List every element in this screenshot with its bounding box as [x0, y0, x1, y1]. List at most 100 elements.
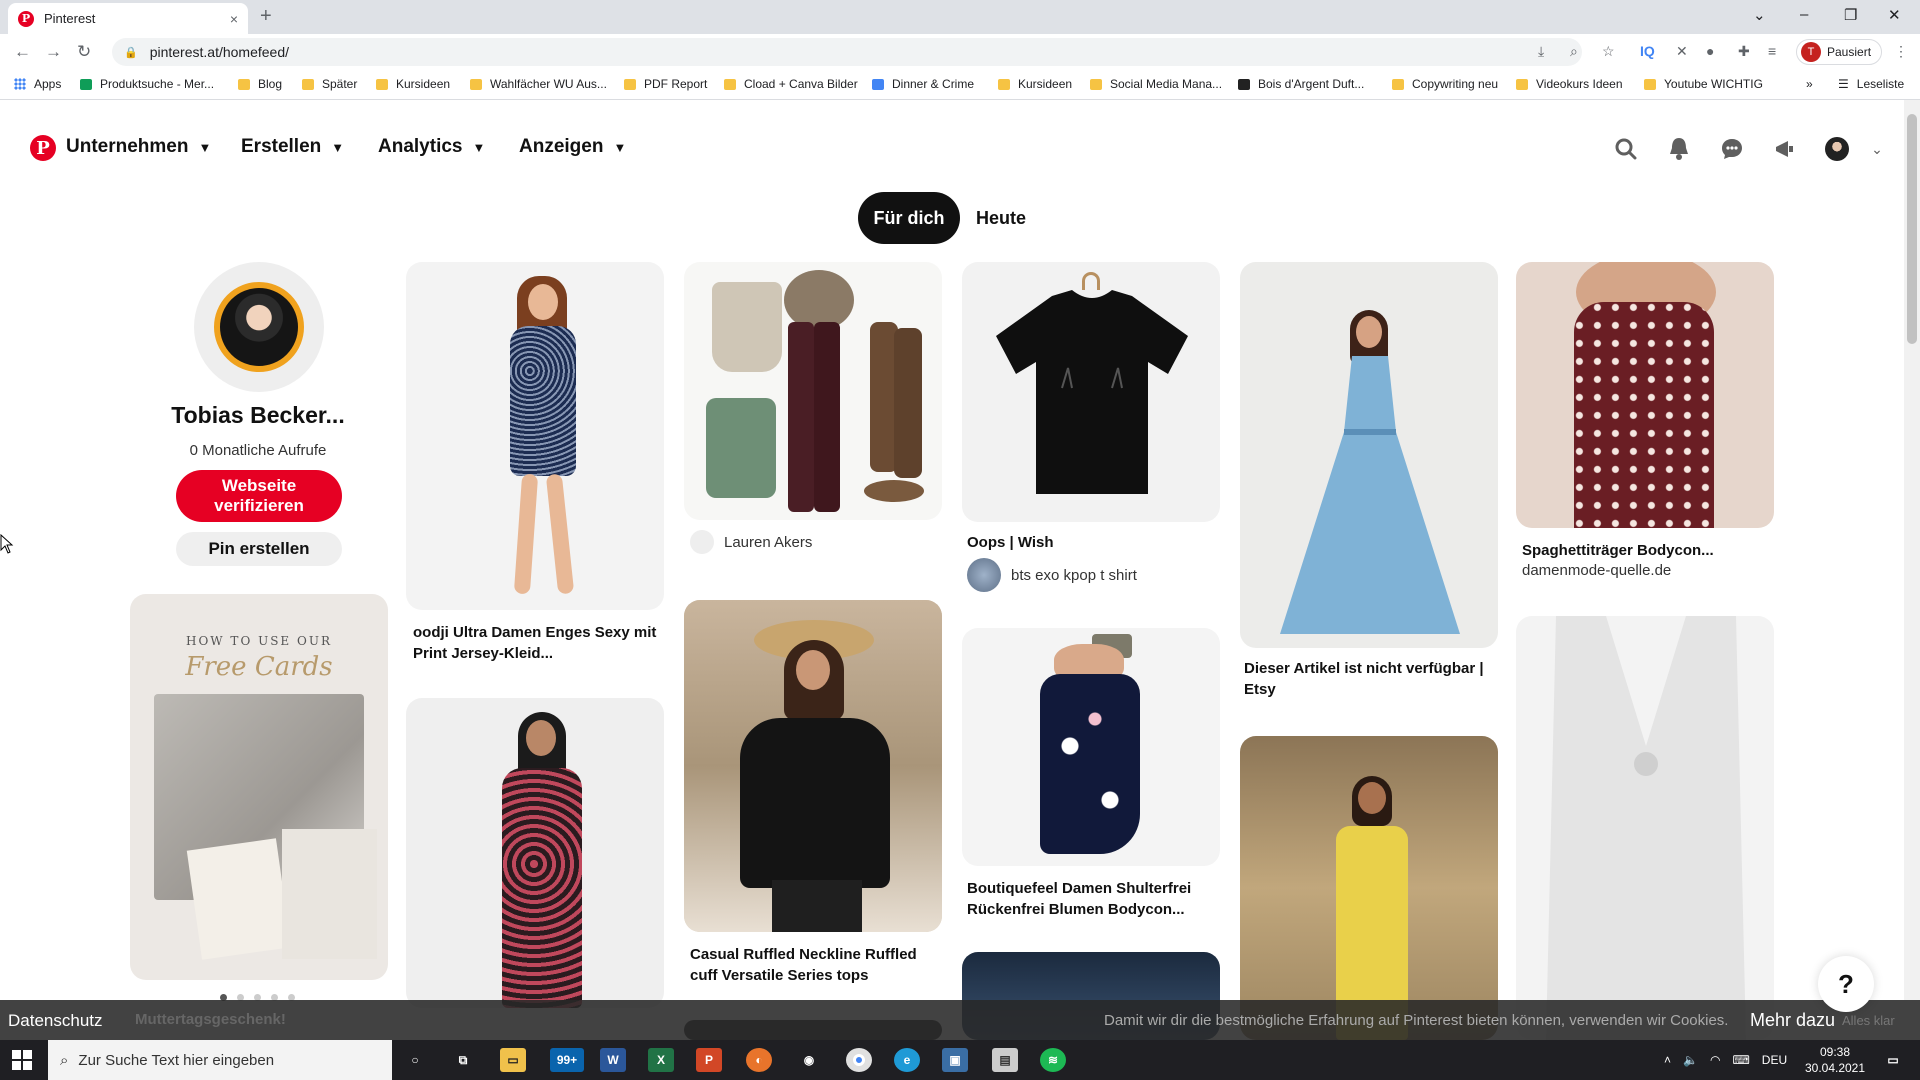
pin-title[interactable]: Dieser Artikel ist nicht verfügbar | Ets…: [1244, 658, 1494, 700]
windows-start-icon[interactable]: [12, 1050, 32, 1070]
profile-avatar[interactable]: [1822, 134, 1852, 164]
paint-icon[interactable]: ▣: [942, 1048, 968, 1072]
tray-expand-icon[interactable]: ˄: [1664, 1053, 1671, 1067]
scrollbar-thumb[interactable]: [1907, 114, 1917, 344]
pin-title[interactable]: Oops | Wish: [967, 532, 1217, 553]
media-control-icon[interactable]: ≡: [1768, 43, 1776, 59]
obs-icon[interactable]: ◉: [796, 1048, 822, 1072]
extension-icon[interactable]: ✕: [1676, 43, 1688, 60]
notepad-icon[interactable]: ▤: [992, 1048, 1018, 1072]
profile-photo[interactable]: [194, 262, 324, 392]
profile-button[interactable]: T Pausiert: [1796, 39, 1883, 65]
pin-image-blue-maxi-dress[interactable]: [1240, 262, 1498, 648]
profile-name[interactable]: Tobias Becker...: [140, 402, 376, 429]
bookmark-item[interactable]: Bois d'Argent Duft...: [1238, 77, 1364, 91]
cookie-more-link[interactable]: Mehr dazu: [1750, 1010, 1835, 1031]
search-icon[interactable]: [1611, 134, 1641, 164]
more-bookmarks-button[interactable]: »: [1806, 77, 1813, 91]
tab-fuer-dich[interactable]: Für dich: [858, 192, 960, 244]
close-window-button[interactable]: ✕: [1888, 6, 1901, 24]
address-bar[interactable]: 🔒 pinterest.at/homefeed/: [112, 38, 1582, 66]
announcements-megaphone-icon[interactable]: [1770, 134, 1800, 164]
maximize-button[interactable]: ❐: [1844, 6, 1857, 24]
help-button[interactable]: ?: [1818, 956, 1874, 1012]
slide-carousel-card[interactable]: HOW TO USE OUR Free Cards: [130, 594, 388, 980]
pin-title[interactable]: Spaghettiträger Bodycon...: [1522, 540, 1772, 561]
pinterest-logo-icon[interactable]: P: [30, 135, 56, 161]
account-chevron-down-icon[interactable]: ⌄: [1862, 134, 1892, 164]
cortana-icon[interactable]: ○: [402, 1048, 428, 1072]
powerpoint-icon[interactable]: P: [696, 1048, 722, 1072]
pin-title[interactable]: oodji Ultra Damen Enges Sexy mit Print J…: [413, 622, 663, 664]
forward-icon[interactable]: →: [45, 42, 62, 62]
bookmark-apps[interactable]: Apps: [14, 77, 61, 91]
notification-center-icon[interactable]: ▭: [1880, 1048, 1906, 1072]
bookmark-item[interactable]: Social Media Mana...: [1090, 77, 1222, 91]
browser-tab[interactable]: P Pinterest ×: [8, 3, 248, 34]
pin-image-floral-maxi-dress[interactable]: [406, 698, 664, 1008]
bookmark-item[interactable]: PDF Report: [624, 77, 707, 91]
bookmark-item[interactable]: Wahlfächer WU Aus...: [470, 77, 607, 91]
pin-image-white-dress[interactable]: [1516, 616, 1774, 1040]
install-icon[interactable]: ⤓: [1538, 43, 1544, 60]
pin-image-yellow-dress[interactable]: [1240, 736, 1498, 1040]
notifications-bell-icon[interactable]: [1664, 134, 1694, 164]
iq-extension-icon[interactable]: IQ: [1640, 43, 1655, 59]
pin-image-black-tshirt[interactable]: [962, 262, 1220, 522]
clock[interactable]: 09:38 30.04.2021: [1800, 1044, 1870, 1076]
bookmark-item[interactable]: Blog: [238, 77, 282, 91]
pin-image-ruffled-top[interactable]: [684, 600, 942, 932]
excel-icon[interactable]: X: [648, 1048, 674, 1072]
tab-search-icon[interactable]: ⌄: [1753, 6, 1766, 24]
page-scrollbar[interactable]: [1904, 100, 1920, 1000]
extensions-puzzle-icon[interactable]: ✚: [1738, 43, 1750, 60]
bookmark-item[interactable]: Copywriting neu: [1392, 77, 1498, 91]
zoom-icon[interactable]: ⌕: [1570, 43, 1578, 60]
nav-erstellen[interactable]: Erstellen ▼: [241, 136, 344, 158]
tab-heute[interactable]: Heute: [976, 192, 1026, 244]
task-view-icon[interactable]: ⧉: [450, 1048, 476, 1072]
new-tab-button[interactable]: +: [260, 5, 272, 28]
pin-creator[interactable]: bts exo kpop t shirt: [967, 558, 1137, 592]
file-explorer-icon[interactable]: ▭: [500, 1048, 526, 1072]
spotify-icon[interactable]: ≋: [1040, 1048, 1066, 1072]
firefox-icon[interactable]: ◐: [746, 1048, 772, 1072]
bookmark-item[interactable]: Videokurs Ideen: [1516, 77, 1623, 91]
bookmark-item[interactable]: Dinner & Crime: [872, 77, 974, 91]
pin-image-oodji-dress[interactable]: [406, 262, 664, 610]
chrome-icon[interactable]: [846, 1048, 872, 1072]
word-icon[interactable]: W: [600, 1048, 626, 1072]
volume-icon[interactable]: 🔈: [1683, 1053, 1698, 1067]
adblock-extension-icon[interactable]: ●: [1706, 43, 1714, 59]
bookmark-item[interactable]: Youtube WICHTIG: [1644, 77, 1763, 91]
pin-image-floral-bodycon[interactable]: [962, 628, 1220, 866]
reading-list-button[interactable]: ☰ Leseliste: [1838, 77, 1904, 91]
mail-icon[interactable]: 99+: [550, 1048, 584, 1072]
language-indicator[interactable]: DEU: [1762, 1053, 1787, 1067]
tab-close-icon[interactable]: ×: [230, 11, 238, 27]
pin-title[interactable]: Boutiquefeel Damen Shulterfrei Rückenfre…: [967, 878, 1217, 920]
keyboard-icon[interactable]: ⌨: [1732, 1053, 1749, 1067]
menu-kebab-icon[interactable]: ⋮: [1894, 43, 1908, 60]
bookmark-item[interactable]: Kursideen: [998, 77, 1072, 91]
nav-unternehmen[interactable]: Unternehmen ▼: [66, 136, 211, 158]
back-icon[interactable]: ←: [14, 42, 31, 62]
pin-image-spaghetti-dress[interactable]: [1516, 262, 1774, 528]
nav-anzeigen[interactable]: Anzeigen ▼: [519, 136, 626, 158]
nav-analytics[interactable]: Analytics ▼: [378, 136, 485, 158]
bookmark-item[interactable]: Kursideen: [376, 77, 450, 91]
wifi-icon[interactable]: ◠: [1710, 1053, 1720, 1067]
cookie-accept-button[interactable]: Alles klar: [1842, 1013, 1895, 1028]
create-pin-button[interactable]: Pin erstellen: [176, 532, 342, 566]
pin-title[interactable]: Casual Ruffled Neckline Ruffled cuff Ver…: [690, 944, 940, 986]
bookmark-item[interactable]: Später: [302, 77, 357, 91]
taskbar-search[interactable]: ⌕ Zur Suche Text hier eingeben: [48, 1040, 392, 1080]
minimize-button[interactable]: –: [1800, 6, 1808, 23]
bookmark-item[interactable]: Produktsuche - Mer...: [80, 77, 214, 91]
edge-icon[interactable]: e: [894, 1048, 920, 1072]
reload-icon[interactable]: ↻: [77, 42, 91, 62]
pin-image-outfit-collage[interactable]: [684, 262, 942, 520]
messages-icon[interactable]: [1717, 134, 1747, 164]
privacy-link[interactable]: Datenschutz: [8, 1011, 103, 1031]
bookmark-item[interactable]: Cload + Canva Bilder: [724, 77, 858, 91]
